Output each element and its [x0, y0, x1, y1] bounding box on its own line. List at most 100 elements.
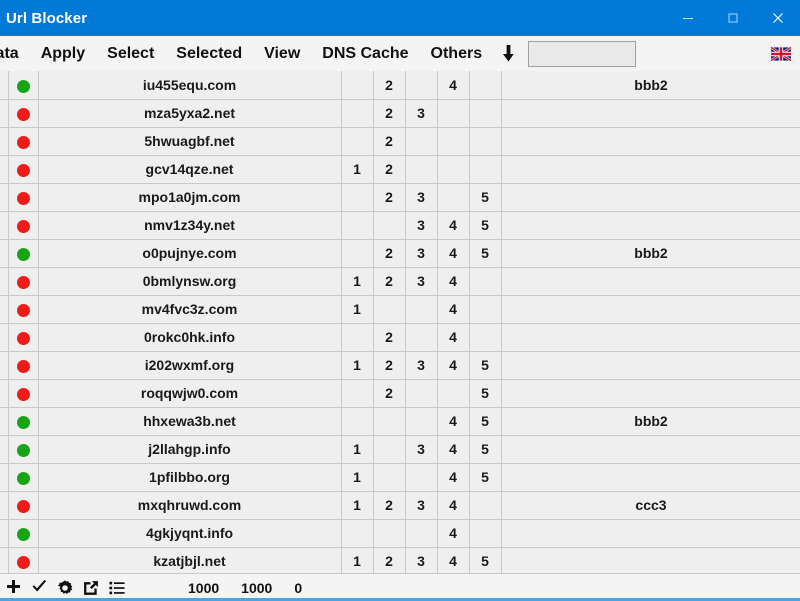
flag-cell-5[interactable]: 5 [469, 547, 502, 573]
url-cell[interactable]: o0pujnye.com [38, 239, 342, 268]
flag-cell-1[interactable] [341, 211, 374, 240]
url-cell[interactable]: nmv1z34y.net [38, 211, 342, 240]
tag-cell[interactable] [501, 211, 800, 240]
status-indicator-cell[interactable] [8, 155, 39, 184]
status-indicator-cell[interactable] [8, 463, 39, 492]
tag-cell[interactable] [501, 547, 800, 573]
menu-item-apply[interactable]: Apply [30, 36, 96, 71]
flag-cell-3[interactable] [405, 71, 438, 100]
flag-cell-4[interactable] [437, 379, 470, 408]
flag-cell-1[interactable]: 1 [341, 267, 374, 296]
flag-cell-2[interactable]: 2 [373, 155, 406, 184]
flag-cell-4[interactable]: 4 [437, 547, 470, 573]
tag-cell[interactable] [501, 267, 800, 296]
status-indicator-cell[interactable] [8, 295, 39, 324]
flag-cell-3[interactable] [405, 407, 438, 436]
flag-cell-1[interactable] [341, 407, 374, 436]
tag-cell[interactable] [501, 519, 800, 548]
url-cell[interactable]: kzatjbjl.net [38, 547, 342, 573]
status-indicator-cell[interactable] [8, 183, 39, 212]
flag-cell-4[interactable] [437, 183, 470, 212]
flag-cell-4[interactable]: 4 [437, 519, 470, 548]
flag-cell-3[interactable]: 3 [405, 99, 438, 128]
table-row[interactable]: o0pujnye.com 2 3 4 5 bbb2 [0, 239, 800, 268]
flag-cell-2[interactable]: 2 [373, 127, 406, 156]
flag-cell-4[interactable] [437, 127, 470, 156]
flag-cell-4[interactable]: 4 [437, 211, 470, 240]
url-cell[interactable]: i202wxmf.org [38, 351, 342, 380]
tag-cell[interactable] [501, 435, 800, 464]
table-row[interactable]: hhxewa3b.net 4 5 bbb2 [0, 407, 800, 436]
flag-cell-3[interactable] [405, 519, 438, 548]
menu-item-view[interactable]: View [253, 36, 311, 71]
table-row[interactable]: i202wxmf.org 1 2 3 4 5 [0, 351, 800, 380]
status-indicator-cell[interactable] [8, 491, 39, 520]
status-indicator-cell[interactable] [8, 407, 39, 436]
flag-cell-2[interactable]: 2 [373, 99, 406, 128]
flag-cell-2[interactable]: 2 [373, 183, 406, 212]
flag-cell-3[interactable]: 3 [405, 351, 438, 380]
table-row[interactable]: 4gkjyqnt.info 4 [0, 519, 800, 548]
flag-cell-4[interactable]: 4 [437, 463, 470, 492]
flag-cell-2[interactable] [373, 519, 406, 548]
flag-cell-1[interactable]: 1 [341, 155, 374, 184]
tag-cell[interactable]: bbb2 [501, 407, 800, 436]
flag-cell-3[interactable]: 3 [405, 211, 438, 240]
url-cell[interactable]: 1pfilbbo.org [38, 463, 342, 492]
flag-cell-1[interactable] [341, 239, 374, 268]
table-row[interactable]: j2llahgp.info 1 3 4 5 [0, 435, 800, 464]
menu-item-selected[interactable]: Selected [165, 36, 253, 71]
url-cell[interactable]: mv4fvc3z.com [38, 295, 342, 324]
flag-cell-1[interactable]: 1 [341, 547, 374, 573]
menu-item-data[interactable]: Data [0, 36, 30, 71]
flag-cell-1[interactable] [341, 127, 374, 156]
status-indicator-cell[interactable] [8, 519, 39, 548]
status-indicator-cell[interactable] [8, 379, 39, 408]
table-row[interactable]: mxqhruwd.com 1 2 3 4 ccc3 [0, 491, 800, 520]
tag-cell[interactable] [501, 127, 800, 156]
table-row[interactable]: 0rokc0hk.info 2 4 [0, 323, 800, 352]
url-cell[interactable]: 0rokc0hk.info [38, 323, 342, 352]
flag-cell-2[interactable]: 2 [373, 351, 406, 380]
status-indicator-cell[interactable] [8, 71, 39, 100]
table-row[interactable]: nmv1z34y.net 3 4 5 [0, 211, 800, 240]
minimize-button[interactable] [665, 0, 710, 36]
flag-cell-5[interactable] [469, 127, 502, 156]
export-button[interactable] [78, 574, 104, 601]
table-row[interactable]: 0bmlynsw.org 1 2 3 4 [0, 267, 800, 296]
flag-cell-3[interactable] [405, 379, 438, 408]
table-row[interactable]: iu455equ.com 2 4 bbb2 [0, 71, 800, 100]
flag-cell-3[interactable]: 3 [405, 547, 438, 573]
tag-cell[interactable]: bbb2 [501, 71, 800, 100]
flag-cell-1[interactable] [341, 379, 374, 408]
menu-item-select[interactable]: Select [96, 36, 165, 71]
flag-cell-1[interactable] [341, 323, 374, 352]
tag-cell[interactable] [501, 379, 800, 408]
flag-cell-4[interactable]: 4 [437, 295, 470, 324]
tag-cell[interactable] [501, 155, 800, 184]
status-indicator-cell[interactable] [8, 323, 39, 352]
url-cell[interactable]: gcv14qze.net [38, 155, 342, 184]
flag-cell-1[interactable] [341, 71, 374, 100]
status-indicator-cell[interactable] [8, 547, 39, 573]
flag-cell-2[interactable] [373, 435, 406, 464]
flag-cell-4[interactable]: 4 [437, 267, 470, 296]
flag-cell-5[interactable]: 5 [469, 435, 502, 464]
flag-cell-4[interactable]: 4 [437, 323, 470, 352]
url-cell[interactable]: j2llahgp.info [38, 435, 342, 464]
url-cell[interactable]: 4gkjyqnt.info [38, 519, 342, 548]
flag-cell-5[interactable] [469, 323, 502, 352]
flag-cell-3[interactable]: 3 [405, 239, 438, 268]
menu-item-others[interactable]: Others [420, 36, 494, 71]
flag-cell-5[interactable] [469, 155, 502, 184]
flag-cell-5[interactable]: 5 [469, 183, 502, 212]
list-button[interactable] [104, 574, 130, 601]
flag-cell-2[interactable]: 2 [373, 323, 406, 352]
url-cell[interactable]: roqqwjw0.com [38, 379, 342, 408]
tag-cell[interactable]: bbb2 [501, 239, 800, 268]
table-row[interactable]: kzatjbjl.net 1 2 3 4 5 [0, 547, 800, 573]
url-cell[interactable]: iu455equ.com [38, 71, 342, 100]
flag-cell-3[interactable]: 3 [405, 491, 438, 520]
flag-cell-5[interactable] [469, 519, 502, 548]
tag-cell[interactable] [501, 323, 800, 352]
